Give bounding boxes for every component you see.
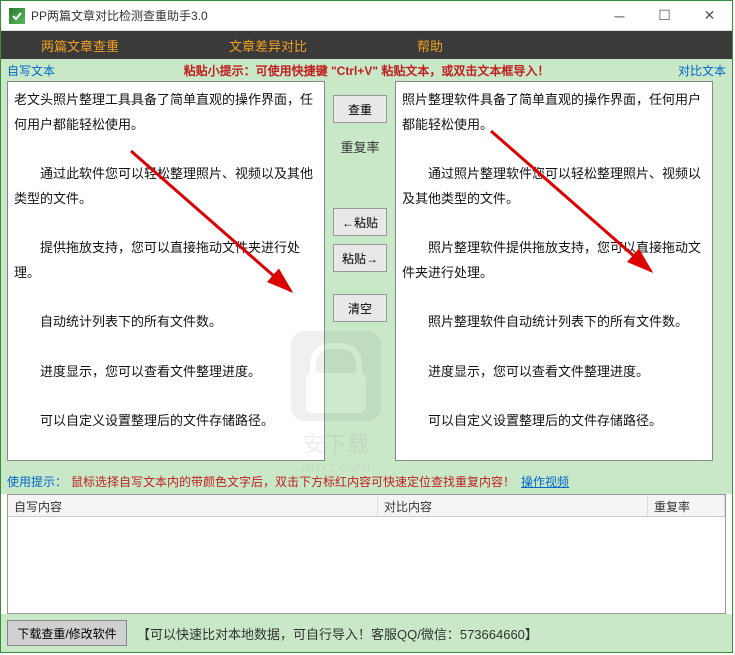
left-text-label: 自写文本: [7, 62, 55, 79]
maximize-button[interactable]: ☐: [642, 1, 687, 30]
result-header: 自写内容 对比内容 重复率: [8, 495, 725, 517]
col-compare-content: 对比内容: [378, 495, 648, 516]
usage-hint-row: 使用提示： 鼠标选择自写文本内的带颜色文字后，双击下方标红内容可快速定位查找重复…: [1, 469, 732, 494]
right-text-label: 对比文本: [678, 62, 726, 79]
clear-button[interactable]: 清空: [333, 294, 387, 322]
tab-help[interactable]: 帮助: [417, 36, 443, 55]
result-body[interactable]: [8, 517, 725, 613]
check-button[interactable]: 查重: [333, 95, 387, 123]
col-rate: 重复率: [648, 495, 725, 516]
compare-text-panel[interactable]: 照片整理软件具备了简单直观的操作界面，任何用户都能轻松使用。 通过照片整理软件您…: [395, 81, 713, 461]
hint-row: 自写文本 粘贴小提示：可使用快捷键 "Ctrl+V" 粘贴文本，或双击文本框导入…: [1, 59, 732, 81]
center-controls: 查重 重复率 ←粘贴 粘贴→ 清空: [329, 81, 391, 463]
tabbar: 两篇文章查重 文章差异对比 帮助: [1, 31, 732, 59]
usage-label: 使用提示：: [7, 473, 67, 490]
col-own-content: 自写内容: [8, 495, 378, 516]
paste-right-button[interactable]: 粘贴→: [333, 244, 387, 272]
titlebar: PP两篇文章对比检测查重助手3.0 ─ ☐ ✕: [1, 1, 732, 31]
close-button[interactable]: ✕: [687, 1, 732, 30]
paste-left-button[interactable]: ←粘贴: [333, 208, 387, 236]
footer-text: 【可以快速比对本地数据，可自行导入！客服QQ/微信：573664660】: [137, 624, 538, 643]
result-table: 自写内容 对比内容 重复率: [7, 494, 726, 614]
footer: 下载查重/修改软件 【可以快速比对本地数据，可自行导入！客服QQ/微信：5736…: [1, 614, 732, 652]
paste-hint: 粘贴小提示：可使用快捷键 "Ctrl+V" 粘贴文本，或双击文本框导入！: [65, 62, 668, 79]
rate-label: 重复率: [340, 137, 379, 156]
app-icon: [9, 8, 25, 24]
download-button[interactable]: 下载查重/修改软件: [7, 620, 127, 646]
main-area: 老文头照片整理工具具备了简单直观的操作界面，任何用户都能轻松使用。 通过此软件您…: [1, 81, 732, 469]
tab-duplicate-check[interactable]: 两篇文章查重: [41, 36, 119, 55]
tutorial-video-link[interactable]: 操作视频: [521, 473, 569, 490]
tab-diff-compare[interactable]: 文章差异对比: [229, 36, 307, 55]
minimize-button[interactable]: ─: [597, 1, 642, 30]
usage-text: 鼠标选择自写文本内的带颜色文字后，双击下方标红内容可快速定位查找重复内容！: [71, 473, 515, 490]
window-title: PP两篇文章对比检测查重助手3.0: [31, 7, 597, 24]
own-text-panel[interactable]: 老文头照片整理工具具备了简单直观的操作界面，任何用户都能轻松使用。 通过此软件您…: [7, 81, 325, 461]
